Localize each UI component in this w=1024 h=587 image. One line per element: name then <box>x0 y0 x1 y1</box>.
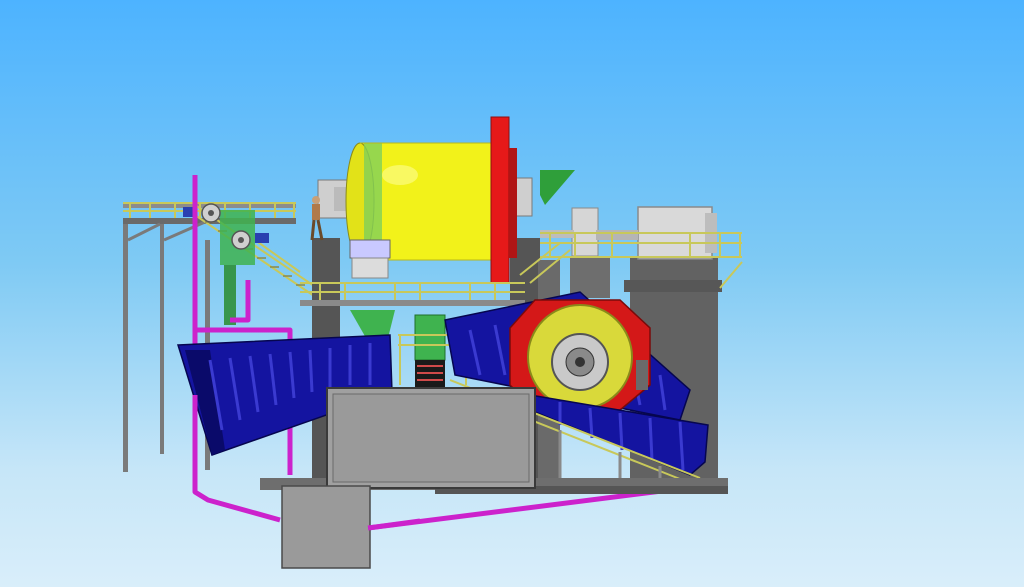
sump-pit <box>281 485 371 569</box>
plant-drawing <box>123 116 743 569</box>
sump-tank <box>326 387 536 489</box>
plant-viewport[interactable] <box>0 0 1024 587</box>
